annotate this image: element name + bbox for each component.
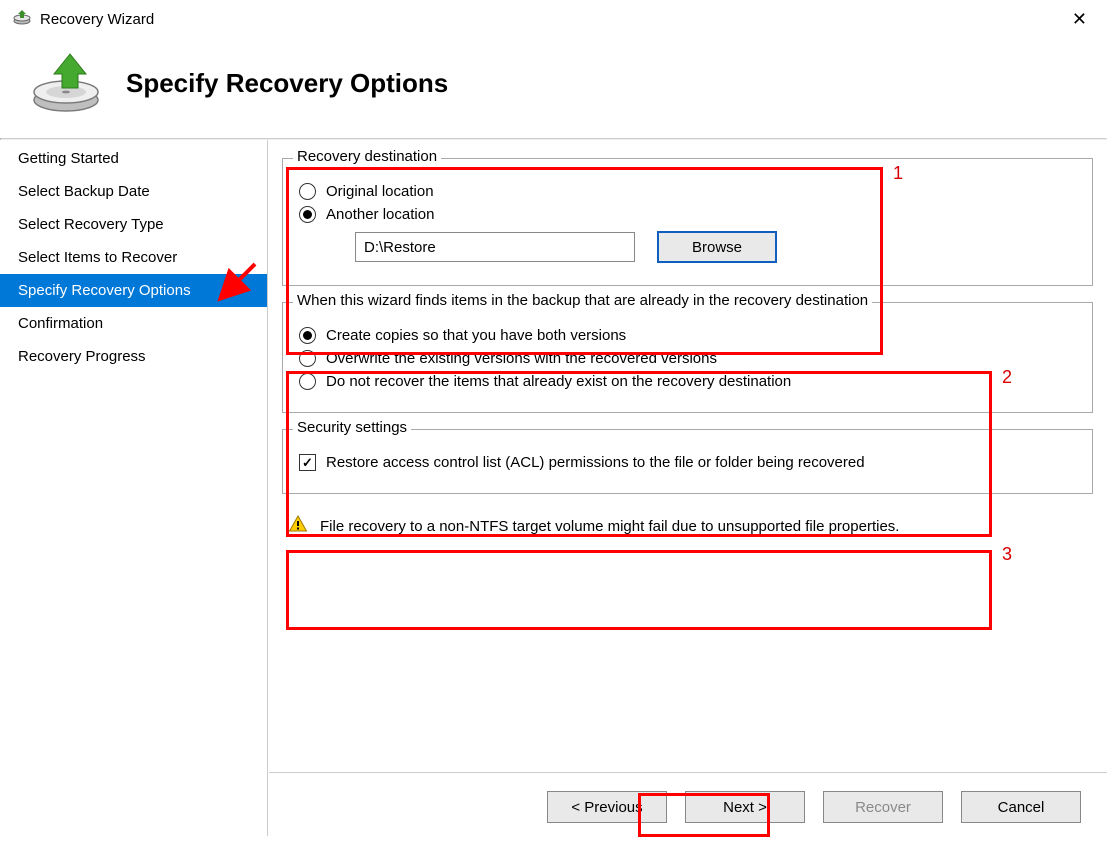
group-recovery-destination: Recovery destination Original location A…: [282, 158, 1093, 286]
browse-button[interactable]: Browse: [657, 231, 777, 263]
page-heading: Specify Recovery Options: [126, 68, 448, 99]
sidebar: Getting Started Select Backup Date Selec…: [0, 140, 268, 836]
group-legend-collision: When this wizard finds items in the back…: [293, 292, 872, 309]
next-button[interactable]: Next >: [685, 791, 805, 823]
check-row-acl[interactable]: Restore access control list (ACL) permis…: [299, 454, 1076, 471]
radio-label-copies: Create copies so that you have both vers…: [326, 327, 626, 344]
app-icon: [12, 7, 32, 31]
radio-skip[interactable]: [299, 373, 316, 390]
sidebar-item-select-recovery-type[interactable]: Select Recovery Type: [0, 208, 267, 241]
recover-button: Recover: [823, 791, 943, 823]
radio-another-location[interactable]: [299, 206, 316, 223]
radio-label-overwrite: Overwrite the existing versions with the…: [326, 350, 717, 367]
sidebar-item-recovery-progress[interactable]: Recovery Progress: [0, 340, 267, 373]
cancel-button[interactable]: Cancel: [961, 791, 1081, 823]
button-bar: < Previous Next > Recover Cancel: [269, 772, 1107, 841]
radio-label-another: Another location: [326, 206, 434, 223]
checkbox-restore-acl[interactable]: [299, 454, 316, 471]
warning-row: File recovery to a non-NTFS target volum…: [282, 510, 1093, 542]
radio-label-original: Original location: [326, 183, 434, 200]
group-legend-security: Security settings: [293, 419, 411, 436]
radio-create-copies[interactable]: [299, 327, 316, 344]
radio-label-skip: Do not recover the items that already ex…: [326, 373, 791, 390]
checkbox-label-acl: Restore access control list (ACL) permis…: [326, 454, 865, 471]
radio-row-skip[interactable]: Do not recover the items that already ex…: [299, 373, 1076, 390]
wizard-icon: [24, 48, 104, 118]
radio-row-original[interactable]: Original location: [299, 183, 1076, 200]
radio-overwrite[interactable]: [299, 350, 316, 367]
sidebar-item-specify-options[interactable]: Specify Recovery Options: [0, 274, 267, 307]
header: Specify Recovery Options: [0, 34, 1107, 138]
window-title: Recovery Wizard: [40, 11, 1064, 28]
group-security: Security settings Restore access control…: [282, 429, 1093, 494]
sidebar-item-getting-started[interactable]: Getting Started: [0, 142, 267, 175]
body: Getting Started Select Backup Date Selec…: [0, 140, 1107, 836]
warning-icon: [288, 514, 308, 538]
sidebar-item-select-backup-date[interactable]: Select Backup Date: [0, 175, 267, 208]
radio-original-location[interactable]: [299, 183, 316, 200]
group-legend-destination: Recovery destination: [293, 148, 441, 165]
titlebar: Recovery Wizard ✕: [0, 0, 1107, 34]
radio-row-copies[interactable]: Create copies so that you have both vers…: [299, 327, 1076, 344]
warning-text: File recovery to a non-NTFS target volum…: [320, 518, 899, 535]
sidebar-item-select-items[interactable]: Select Items to Recover: [0, 241, 267, 274]
previous-button[interactable]: < Previous: [547, 791, 667, 823]
destination-path-input[interactable]: [355, 232, 635, 262]
radio-row-overwrite[interactable]: Overwrite the existing versions with the…: [299, 350, 1076, 367]
close-button[interactable]: ✕: [1064, 9, 1095, 30]
group-collision: When this wizard finds items in the back…: [282, 302, 1093, 413]
main-panel: Recovery destination Original location A…: [268, 140, 1107, 836]
radio-row-another[interactable]: Another location: [299, 206, 1076, 223]
sidebar-item-confirmation[interactable]: Confirmation: [0, 307, 267, 340]
